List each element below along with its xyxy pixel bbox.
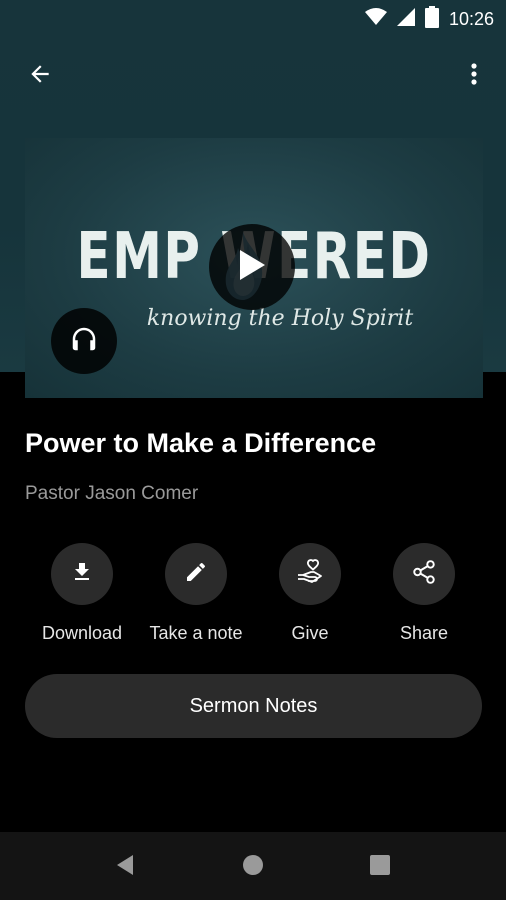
nav-back-button[interactable]	[110, 852, 140, 882]
nav-recents-button[interactable]	[365, 852, 395, 882]
download-button[interactable]	[51, 543, 113, 605]
sermon-title: Power to Make a Difference	[25, 428, 377, 458]
status-icons: 10:26	[364, 6, 494, 33]
recents-square-icon	[370, 854, 390, 880]
give-button[interactable]	[279, 543, 341, 605]
take-note-action[interactable]: Take a note	[139, 543, 253, 644]
headphones-icon	[68, 324, 100, 359]
speaker-name: Pastor Jason Comer	[25, 483, 199, 504]
take-note-button[interactable]	[165, 543, 227, 605]
more-options-button[interactable]	[454, 56, 494, 96]
take-note-label: Take a note	[149, 623, 243, 643]
action-buttons: Download Take a note Give Share	[25, 543, 483, 653]
share-label: Share	[399, 623, 449, 643]
app-bar	[0, 50, 506, 98]
give-label: Give	[291, 623, 329, 643]
listen-audio-button[interactable]	[51, 308, 117, 374]
download-label: Download	[41, 623, 123, 643]
sermon-artwork: EMP WERED knowing the Holy Spirit	[25, 138, 483, 398]
sermon-notes-label: Sermon Notes	[189, 694, 318, 717]
status-bar: 10:26	[0, 0, 506, 36]
share-button[interactable]	[393, 543, 455, 605]
share-action[interactable]: Share	[367, 543, 481, 644]
play-button[interactable]	[209, 224, 295, 310]
back-button[interactable]	[20, 56, 60, 96]
back-triangle-icon	[115, 854, 135, 881]
status-time: 10:26	[448, 9, 494, 29]
give-hand-heart-icon	[296, 558, 324, 590]
give-action[interactable]: Give	[253, 543, 367, 644]
arrow-back-icon	[27, 61, 53, 92]
play-icon	[237, 248, 267, 287]
download-action[interactable]: Download	[25, 543, 139, 644]
series-subtitle: knowing the Holy Spirit	[146, 306, 414, 331]
nav-home-button[interactable]	[238, 852, 268, 882]
download-icon	[70, 560, 94, 589]
cellular-signal-icon	[396, 8, 415, 31]
battery-icon	[424, 6, 439, 33]
more-vert-icon	[470, 62, 478, 91]
wifi-icon	[364, 8, 387, 31]
home-circle-icon	[242, 854, 264, 881]
pencil-icon	[184, 560, 208, 589]
system-nav-bar	[0, 832, 506, 900]
share-icon	[411, 559, 437, 590]
sermon-notes-button[interactable]: Sermon Notes	[25, 674, 482, 738]
